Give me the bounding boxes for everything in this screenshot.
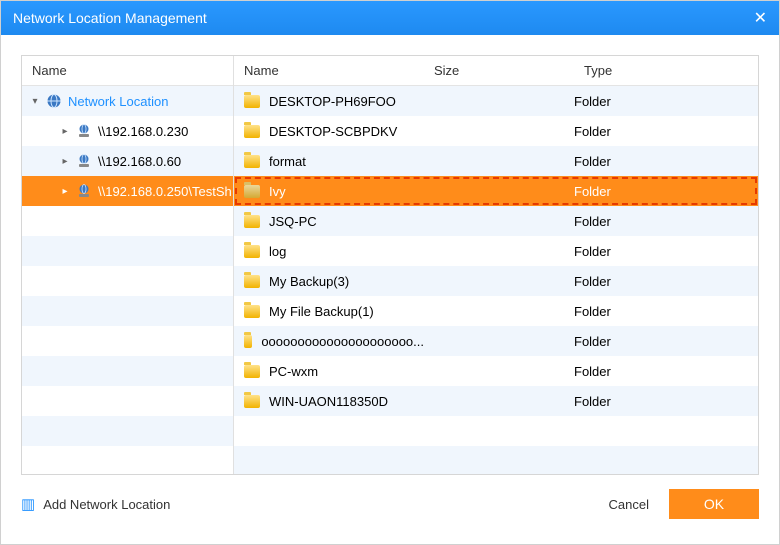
folder-icon	[244, 395, 260, 408]
list-item[interactable]: My Backup(3) Folder	[234, 266, 758, 296]
tree-pane: Name ▾ Network Location ▸ \\192.168.0.230…	[22, 56, 234, 474]
list-item[interactable]: JSQ-PC Folder	[234, 206, 758, 236]
tree-header-name: Name	[22, 63, 77, 78]
list-item-name: log	[269, 244, 286, 259]
list-item-type: Folder	[574, 364, 758, 379]
tree-filler	[22, 206, 233, 236]
folder-icon	[244, 155, 260, 168]
list-item[interactable]: log Folder	[234, 236, 758, 266]
tree-item-label: \\192.168.0.250\TestSh	[98, 184, 232, 199]
list-item[interactable]: DESKTOP-SCBPDKV Folder	[234, 116, 758, 146]
tree-item[interactable]: ▸ \\192.168.0.250\TestSh	[22, 176, 233, 206]
list-filler	[234, 446, 758, 474]
tree-filler	[22, 236, 233, 266]
tree-item[interactable]: ▸ \\192.168.0.230	[22, 116, 233, 146]
list-item-name: My Backup(3)	[269, 274, 349, 289]
dialog-content: Name ▾ Network Location ▸ \\192.168.0.230…	[1, 35, 779, 475]
add-network-location-button[interactable]: ▥ Add Network Location	[21, 495, 170, 513]
list-item-type: Folder	[574, 154, 758, 169]
folder-icon	[244, 305, 260, 318]
list-item-name: format	[269, 154, 306, 169]
chevron-right-icon[interactable]: ▸	[60, 126, 70, 137]
list-header-size[interactable]: Size	[424, 63, 574, 78]
footer-actions: Cancel OK	[609, 489, 759, 519]
list-item[interactable]: Ivy Folder	[234, 176, 758, 206]
tree-filler	[22, 266, 233, 296]
tree-item-label: \\192.168.0.230	[98, 124, 188, 139]
list-header: Name Size Type	[234, 56, 758, 86]
ok-button[interactable]: OK	[669, 489, 759, 519]
list-item-name: Ivy	[269, 184, 286, 199]
list-item-type: Folder	[574, 274, 758, 289]
list-item[interactable]: ooooooooooooooooooooo... Folder	[234, 326, 758, 356]
list-item-name: ooooooooooooooooooooo...	[261, 334, 424, 349]
list-item-type: Folder	[574, 244, 758, 259]
close-icon[interactable]: ✕	[754, 8, 767, 28]
folder-icon	[244, 125, 260, 138]
add-icon: ▥	[21, 495, 35, 513]
list-filler	[234, 416, 758, 446]
list-item-type: Folder	[574, 184, 758, 199]
tree-root-label: Network Location	[68, 94, 168, 109]
add-network-location-label: Add Network Location	[43, 497, 170, 512]
list-item-name: DESKTOP-PH69FOO	[269, 94, 396, 109]
list-item-name: DESKTOP-SCBPDKV	[269, 124, 397, 139]
list-item-type: Folder	[574, 304, 758, 319]
list-item[interactable]: WIN-UAON118350D Folder	[234, 386, 758, 416]
cancel-button[interactable]: Cancel	[609, 497, 649, 512]
network-drive-icon	[76, 153, 92, 169]
list-item[interactable]: format Folder	[234, 146, 758, 176]
folder-icon	[244, 335, 252, 348]
folder-icon	[244, 95, 260, 108]
list-item-type: Folder	[574, 124, 758, 139]
tree-header: Name	[22, 56, 233, 86]
tree-filler	[22, 356, 233, 386]
tree-item-label: \\192.168.0.60	[98, 154, 181, 169]
list-item-type: Folder	[574, 334, 758, 349]
list-item-type: Folder	[574, 94, 758, 109]
list-item-name: WIN-UAON118350D	[269, 394, 388, 409]
split-panes: Name ▾ Network Location ▸ \\192.168.0.230…	[21, 55, 759, 475]
list-rows: DESKTOP-PH69FOO Folder DESKTOP-SCBPDKV Fold…	[234, 86, 758, 474]
chevron-down-icon[interactable]: ▾	[30, 96, 40, 107]
folder-icon	[244, 185, 260, 198]
tree-root[interactable]: ▾ Network Location	[22, 86, 233, 116]
tree-filler	[22, 296, 233, 326]
network-drive-icon	[76, 183, 92, 199]
tree-filler	[22, 386, 233, 416]
list-item[interactable]: My File Backup(1) Folder	[234, 296, 758, 326]
list-item[interactable]: DESKTOP-PH69FOO Folder	[234, 86, 758, 116]
list-item-name: My File Backup(1)	[269, 304, 374, 319]
tree-rows: ▾ Network Location ▸ \\192.168.0.230 ▸ \\19…	[22, 86, 233, 474]
tree-filler	[22, 446, 233, 474]
folder-icon	[244, 215, 260, 228]
titlebar: Network Location Management ✕	[1, 1, 779, 35]
folder-icon	[244, 245, 260, 258]
tree-filler	[22, 416, 233, 446]
list-header-type[interactable]: Type	[574, 63, 758, 78]
window-title: Network Location Management	[13, 10, 207, 26]
list-item-type: Folder	[574, 214, 758, 229]
list-item-name: JSQ-PC	[269, 214, 317, 229]
folder-icon	[244, 365, 260, 378]
tree-item[interactable]: ▸ \\192.168.0.60	[22, 146, 233, 176]
footer: ▥ Add Network Location Cancel OK	[1, 475, 779, 533]
chevron-right-icon[interactable]: ▸	[60, 156, 70, 167]
tree-filler	[22, 326, 233, 356]
network-drive-icon	[76, 123, 92, 139]
list-item[interactable]: PC-wxm Folder	[234, 356, 758, 386]
globe-icon	[46, 93, 62, 109]
list-item-type: Folder	[574, 394, 758, 409]
list-header-name[interactable]: Name	[234, 63, 424, 78]
folder-icon	[244, 275, 260, 288]
chevron-right-icon[interactable]: ▸	[60, 186, 70, 197]
list-item-name: PC-wxm	[269, 364, 318, 379]
list-pane: Name Size Type DESKTOP-PH69FOOFolderDESK…	[234, 56, 758, 474]
